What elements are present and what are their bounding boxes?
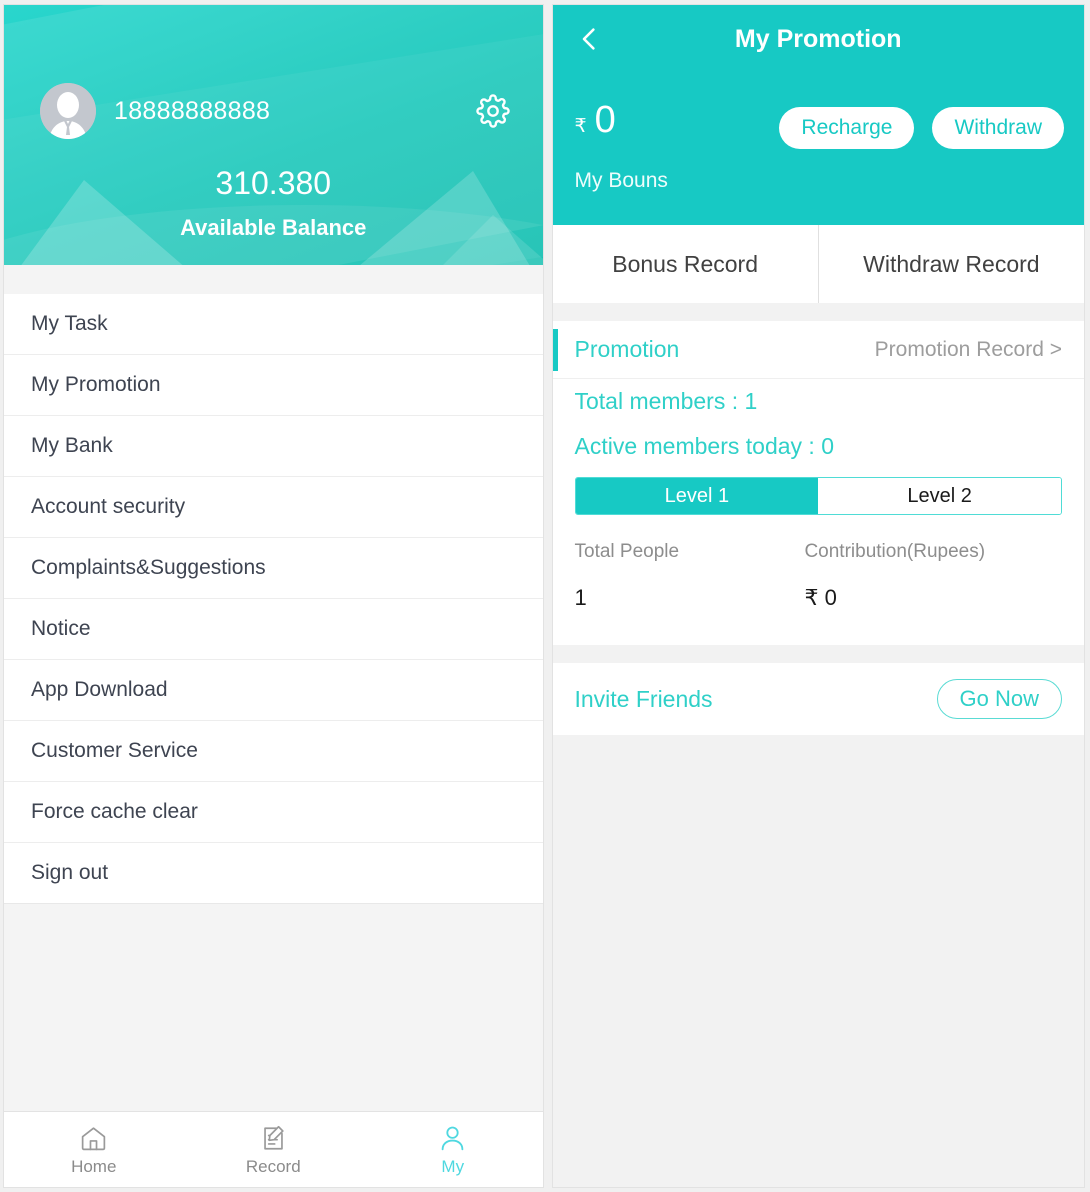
bonus-amount: ₹ 0 [575,101,616,139]
page-title: My Promotion [734,24,902,53]
menu-item-complaints-suggestions[interactable]: Complaints&Suggestions [4,538,543,599]
level-tab-2[interactable]: Level 2 [818,478,1061,514]
tab-record-label: Record [245,1156,301,1176]
tab-withdraw-record[interactable]: Withdraw Record [817,225,1084,303]
right-panel-spacer [552,735,1084,1187]
withdraw-button[interactable]: Withdraw [932,107,1064,149]
profile-header: 18888888888 310.380 Available Balance [4,5,543,265]
tab-my[interactable]: My [363,1123,543,1177]
total-people-value: 1 [574,585,587,610]
home-icon [79,1123,108,1153]
recharge-button[interactable]: Recharge [779,107,915,149]
gear-icon[interactable] [473,91,513,131]
phone-number: 18888888888 [114,96,271,125]
menu-item-account-security[interactable]: Account security [4,477,543,538]
contribution-value: ₹ 0 [804,585,837,610]
record-tabs: Bonus Record Withdraw Record [552,225,1084,303]
promotion-accent-bar [552,329,558,371]
level-tabs: Level 1 Level 2 [574,477,1062,515]
menu-item-my-task[interactable]: My Task [4,294,543,355]
bonus-banner: ₹ 0 My Bouns Recharge Withdraw [552,73,1084,225]
stats-col-contribution: Contribution(Rupees) ₹ 0 [804,541,1062,611]
tab-my-label: My [441,1156,465,1176]
tab-bonus-record[interactable]: Bonus Record [553,225,818,303]
available-balance-label: Available Balance [180,215,367,240]
bonus-label: My Bouns [574,169,668,192]
promotion-title: Promotion [574,336,680,362]
contribution-header: Contribution(Rupees) [804,541,986,562]
section-gap-2 [552,645,1084,663]
menu-item-notice[interactable]: Notice [4,599,543,660]
profile-row: 18888888888 [40,83,513,139]
menu-item-my-bank[interactable]: My Bank [4,416,543,477]
rupee-symbol: ₹ [574,116,587,137]
menu-top-gap [4,265,543,294]
profile-menu-list: My Task My Promotion My Bank Account sec… [4,294,543,904]
person-icon [438,1123,467,1153]
promotion-header: Promotion Promotion Record > [552,321,1084,379]
user-avatar-icon [40,83,96,139]
menu-item-app-download[interactable]: App Download [4,660,543,721]
total-members-stat: Total members : 1 [574,388,758,414]
promotion-card: Promotion Promotion Record > Total membe… [552,321,1085,645]
record-document-pencil-icon [259,1123,288,1153]
tab-home-label: Home [71,1156,117,1176]
stats-col-total-people: Total People 1 [575,541,805,611]
promotion-panel: My Promotion ₹ 0 My Bouns Recharge Withd… [551,4,1085,1188]
bottom-tab-bar: Home Record My [4,1111,543,1187]
banner-actions: Recharge Withdraw [779,107,1064,149]
tab-record[interactable]: Record [184,1123,364,1177]
invite-friends-label: Invite Friends [574,685,713,712]
total-people-header: Total People [574,541,680,562]
active-members-today-stat: Active members today : 0 [574,433,835,459]
invite-friends-card: Invite Friends Go Now [552,663,1084,735]
profile-panel: 18888888888 310.380 Available Balance My… [3,4,544,1188]
tab-home[interactable]: Home [4,1123,184,1177]
bonus-value: 0 [594,99,616,141]
left-panel-spacer [4,904,543,1111]
chevron-left-icon[interactable] [567,17,611,61]
level-tab-1[interactable]: Level 1 [575,478,819,514]
section-gap-1 [552,303,1084,321]
go-now-button[interactable]: Go Now [936,679,1062,719]
menu-item-customer-service[interactable]: Customer Service [4,721,543,782]
menu-item-my-promotion[interactable]: My Promotion [4,355,543,416]
available-balance-amount: 310.380 [215,165,332,201]
menu-item-force-cache-clear[interactable]: Force cache clear [4,782,543,843]
promotion-nav-bar: My Promotion [552,5,1084,73]
promotion-record-link[interactable]: Promotion Record > [875,338,1062,362]
app-screen: 18888888888 310.380 Available Balance My… [0,0,1090,1192]
level-stats-grid: Total People 1 Contribution(Rupees) ₹ 0 [553,515,1085,645]
menu-item-sign-out[interactable]: Sign out [4,843,543,904]
